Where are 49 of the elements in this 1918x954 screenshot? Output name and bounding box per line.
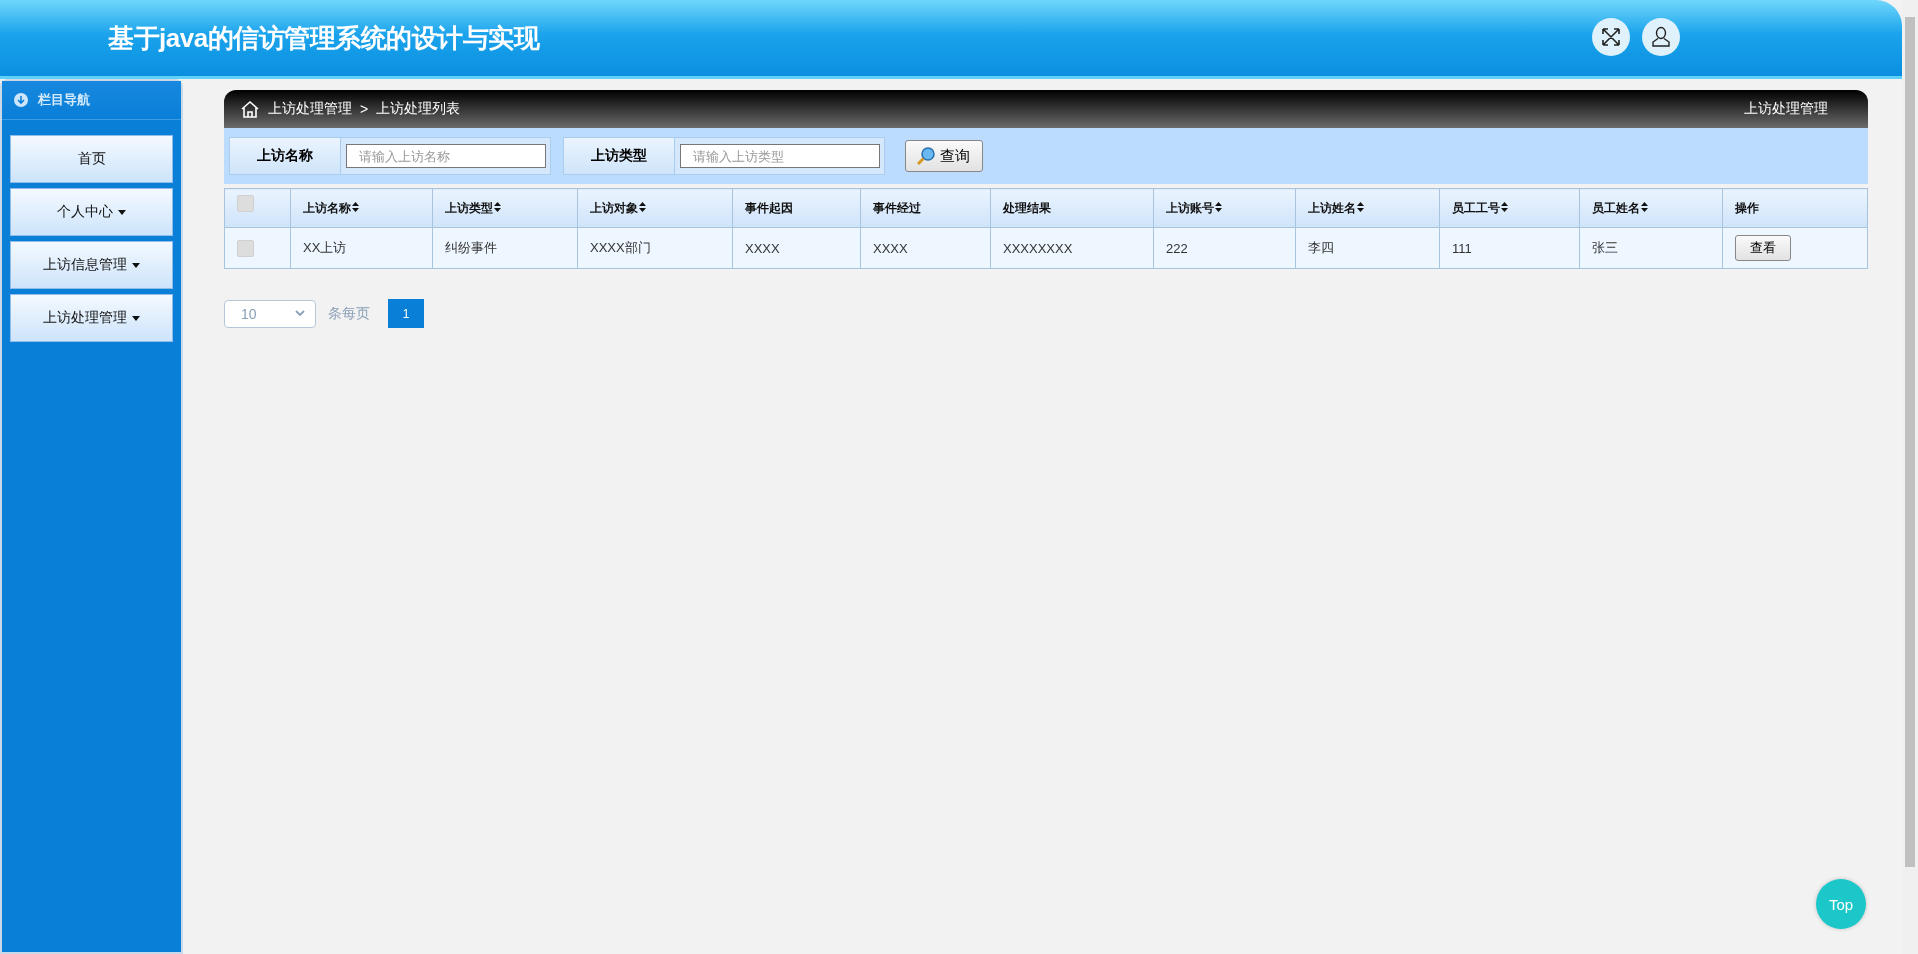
column-header: 事件起因	[732, 188, 861, 228]
expand-arrows-icon	[1601, 27, 1621, 47]
search-field[interactable]: 请输入上访名称	[346, 144, 546, 168]
column-header[interactable]: 上访名称	[290, 188, 433, 228]
table-cell: 222	[1153, 227, 1296, 269]
select-all-checkbox[interactable]	[237, 194, 254, 212]
table-cell: XXXX部门	[577, 227, 733, 269]
sidebar-item[interactable]: 首页	[10, 135, 173, 183]
row-checkbox[interactable]	[237, 239, 254, 257]
sidebar-item[interactable]: 上访处理管理	[10, 294, 173, 342]
table-cell: XXXX	[860, 227, 991, 269]
breadcrumb-separator: >	[360, 101, 369, 117]
table-cell: 张三	[1579, 227, 1723, 269]
user-icon	[1650, 26, 1672, 48]
magnifier-icon	[916, 146, 936, 166]
column-header[interactable]: 上访账号	[1153, 188, 1296, 228]
view-button[interactable]: 查看	[1735, 235, 1791, 261]
column-header[interactable]: 员工工号	[1439, 188, 1580, 228]
column-header[interactable]: 员工姓名	[1579, 188, 1723, 228]
field-label: 上访类型	[564, 138, 675, 174]
column-header[interactable]: 上访对象	[577, 188, 733, 228]
table-cell: 纠纷事件	[432, 227, 578, 269]
table-cell: XXXXXXXX	[990, 227, 1154, 269]
page-button[interactable]: 1	[388, 299, 424, 328]
down-arrow-icon	[14, 93, 28, 107]
sidebar-item[interactable]: 个人中心	[10, 188, 173, 236]
search-field[interactable]: 请输入上访类型	[680, 144, 880, 168]
search-button[interactable]: 查询	[905, 140, 983, 172]
breadcrumb-item: 上访处理列表	[376, 100, 461, 118]
column-header: 操作	[1722, 188, 1868, 228]
user-button[interactable]	[1642, 18, 1680, 56]
table-cell: 111	[1439, 227, 1580, 269]
table-cell: XXXX	[732, 227, 861, 269]
sidebar-item[interactable]: 上访信息管理	[10, 241, 173, 289]
chevron-down-icon	[295, 310, 305, 317]
table-cell: 李四	[1295, 227, 1440, 269]
page-size-label: 条每页	[328, 304, 370, 323]
column-header[interactable]: 上访类型	[432, 188, 578, 228]
column-header[interactable]: 上访姓名	[1295, 188, 1440, 228]
home-icon	[240, 99, 260, 119]
column-header: 处理结果	[990, 188, 1154, 228]
page-title: 上访处理管理	[1744, 100, 1829, 118]
breadcrumb-item[interactable]: 上访处理管理	[268, 100, 352, 118]
sidebar-title: 栏目导航	[38, 91, 90, 109]
column-header: 事件经过	[860, 188, 991, 228]
fullscreen-button[interactable]	[1592, 18, 1630, 56]
table-cell: XX上访	[290, 227, 433, 269]
field-label: 上访名称	[230, 138, 341, 174]
app-title: 基于java的信访管理系统的设计与实现	[108, 21, 540, 55]
